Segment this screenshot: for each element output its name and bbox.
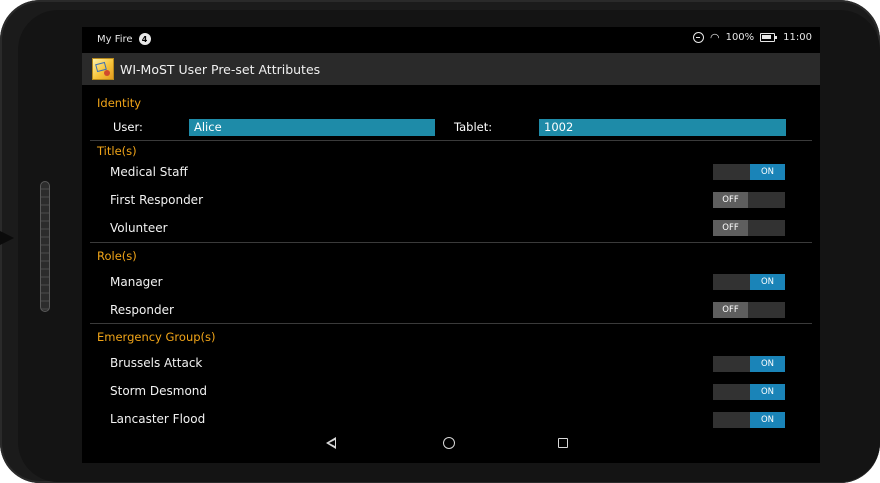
first-responder-toggle[interactable]: OFF	[713, 192, 785, 208]
battery-percent: 100%	[725, 32, 755, 43]
toggle-state: ON	[750, 412, 785, 428]
title-medical-staff-label: Medical Staff	[110, 165, 188, 179]
medical-staff-toggle[interactable]: ON	[713, 164, 785, 180]
group-storm-desmond-label: Storm Desmond	[110, 384, 208, 398]
clock: 11:00	[783, 32, 812, 43]
battery-icon	[760, 33, 778, 42]
device-screen: My Fire 4 ◠ 100% 11:00 WI-MoST User Pre-…	[82, 27, 820, 463]
app-bar: WI-MoST User Pre-set Attributes	[82, 53, 820, 85]
tablet-label: Tablet:	[454, 120, 493, 134]
toggle-state: ON	[750, 164, 785, 180]
title-volunteer-label: Volunteer	[110, 221, 168, 235]
device-name: My Fire	[97, 33, 133, 45]
toggle-state: OFF	[713, 192, 748, 208]
divider	[90, 140, 812, 141]
home-icon[interactable]	[443, 437, 455, 449]
side-grip	[40, 181, 50, 312]
section-header-titles: Title(s)	[97, 144, 137, 158]
toggle-state: ON	[750, 384, 785, 400]
group-brussels-attack-label: Brussels Attack	[110, 356, 203, 370]
status-bar: My Fire 4 ◠ 100% 11:00	[82, 27, 820, 51]
storm-desmond-toggle[interactable]: ON	[713, 384, 785, 400]
role-manager-label: Manager	[110, 275, 163, 289]
section-header-roles: Role(s)	[97, 249, 137, 263]
divider	[90, 323, 812, 324]
toggle-state: OFF	[713, 220, 748, 236]
section-header-groups: Emergency Group(s)	[97, 330, 216, 344]
tablet-field[interactable]: 1002	[539, 119, 786, 136]
wifi-icon: ◠	[709, 31, 720, 44]
user-label: User:	[113, 120, 143, 134]
toggle-state: ON	[750, 274, 785, 290]
lancaster-flood-toggle[interactable]: ON	[713, 412, 785, 428]
notification-count-badge[interactable]: 4	[138, 33, 151, 45]
navigation-bar	[82, 427, 820, 463]
recents-icon[interactable]	[558, 438, 568, 448]
app-title: WI-MoST User Pre-set Attributes	[120, 61, 321, 77]
title-first-responder-label: First Responder	[110, 193, 203, 207]
divider	[90, 242, 812, 243]
volunteer-toggle[interactable]: OFF	[713, 220, 785, 236]
toggle-state: ON	[750, 356, 785, 372]
manager-toggle[interactable]: ON	[713, 274, 785, 290]
role-responder-label: Responder	[110, 303, 174, 317]
responder-toggle[interactable]: OFF	[713, 302, 785, 318]
section-header-identity: Identity	[97, 96, 142, 110]
toggle-state: OFF	[713, 302, 748, 318]
user-field[interactable]: Alice	[189, 119, 435, 136]
pointer-arrow-icon	[0, 231, 14, 245]
status-left: My Fire 4	[97, 33, 151, 45]
brussels-attack-toggle[interactable]: ON	[713, 356, 785, 372]
do-not-disturb-icon	[692, 32, 704, 43]
status-right: ◠ 100% 11:00	[692, 31, 812, 44]
app-logo-icon[interactable]	[92, 58, 114, 80]
back-icon[interactable]	[326, 437, 336, 449]
group-lancaster-flood-label: Lancaster Flood	[110, 412, 206, 426]
